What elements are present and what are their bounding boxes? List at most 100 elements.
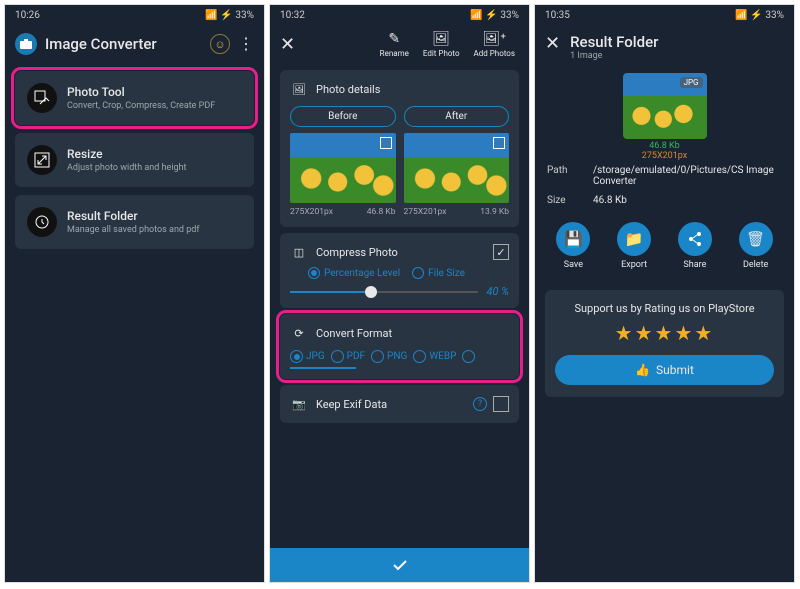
panel-title: Compress Photo bbox=[316, 246, 398, 259]
share-icon bbox=[678, 222, 712, 256]
format-pdf[interactable]: PDF bbox=[331, 350, 365, 363]
before-size: 46.8 Kb bbox=[367, 207, 396, 217]
trash-icon: 🗑 bbox=[739, 222, 773, 256]
resize-card[interactable]: Resize Adjust photo width and height bbox=[15, 133, 254, 187]
resize-icon bbox=[27, 145, 57, 175]
format-more[interactable] bbox=[462, 350, 475, 363]
status-time: 10:35 bbox=[545, 10, 570, 21]
convert-icon: ⟳ bbox=[290, 324, 308, 342]
status-time: 10:26 bbox=[15, 10, 40, 21]
rename-button[interactable]: ✎Rename bbox=[376, 31, 413, 58]
after-column: After 275X201px 13.9 Kb bbox=[404, 106, 510, 217]
rating-text: Support us by Rating us on PlayStore bbox=[555, 302, 774, 315]
menu-button[interactable]: ⋮ bbox=[238, 39, 254, 49]
premium-button[interactable]: ☺ bbox=[210, 34, 230, 54]
after-size: 13.9 Kb bbox=[480, 207, 509, 217]
format-badge: JPG bbox=[680, 77, 703, 88]
after-dim: 275X201px bbox=[404, 207, 447, 217]
expand-icon[interactable] bbox=[493, 137, 505, 149]
close-button[interactable]: ✕ bbox=[280, 34, 295, 55]
rating-stars[interactable]: ★★★★★ bbox=[555, 321, 774, 345]
check-icon bbox=[389, 554, 411, 576]
export-icon: 📁 bbox=[617, 222, 651, 256]
status-icons: 📶 ⚡ 33% bbox=[735, 10, 784, 21]
status-bar: 10:35 📶 ⚡ 33% bbox=[535, 5, 794, 25]
format-jpg[interactable]: JPG bbox=[290, 350, 325, 363]
header-subtitle: 1 Image bbox=[570, 51, 658, 61]
filesize-radio[interactable]: File Size bbox=[412, 267, 465, 279]
compress-panel: ◫ Compress Photo ✓ Percentage Level File … bbox=[280, 233, 519, 308]
format-png[interactable]: PNG bbox=[371, 350, 407, 363]
close-button[interactable]: ✕ bbox=[545, 33, 560, 54]
editor-toolbar: ✕ ✎Rename 🖼Edit Photo 🖼⁺Add Photos bbox=[270, 25, 529, 64]
result-thumbnail[interactable]: JPG bbox=[623, 73, 707, 139]
status-icons: 📶 ⚡ 33% bbox=[205, 10, 254, 21]
screen-result: 10:35 📶 ⚡ 33% ✕ Result Folder 1 Image JP… bbox=[534, 4, 795, 583]
result-header: ✕ Result Folder 1 Image bbox=[535, 25, 794, 69]
delete-button[interactable]: 🗑Delete bbox=[739, 222, 773, 270]
image-add-icon: 🖼⁺ bbox=[483, 31, 506, 47]
convert-format-panel: ⟳ Convert Format JPG PDF PNG WEBP bbox=[280, 314, 519, 379]
edit-photo-button[interactable]: 🖼Edit Photo bbox=[419, 31, 464, 58]
pencil-icon: ✎ bbox=[388, 31, 400, 47]
photo-tool-card[interactable]: Photo Tool Convert, Crop, Compress, Crea… bbox=[15, 71, 254, 125]
action-row: 💾Save 📁Export Share 🗑Delete bbox=[535, 210, 794, 284]
apply-button[interactable] bbox=[270, 548, 529, 582]
image-edit-icon: 🖼 bbox=[432, 31, 450, 47]
compress-value: 40 % bbox=[486, 285, 509, 298]
app-title: Image Converter bbox=[45, 35, 202, 53]
exif-checkbox[interactable] bbox=[493, 396, 509, 412]
card-subtitle: Convert, Crop, Compress, Create PDF bbox=[67, 101, 215, 111]
panel-title: Photo details bbox=[316, 83, 380, 96]
screen-home: 10:26 📶 ⚡ 33% Image Converter ☺ ⋮ Photo … bbox=[4, 4, 265, 583]
share-button[interactable]: Share bbox=[678, 222, 712, 270]
compress-slider[interactable]: 40 % bbox=[290, 285, 509, 298]
app-bar: Image Converter ☺ ⋮ bbox=[5, 25, 264, 63]
status-icons: 📶 ⚡ 33% bbox=[470, 10, 519, 21]
app-logo-icon bbox=[15, 33, 37, 55]
compress-checkbox[interactable]: ✓ bbox=[493, 244, 509, 260]
save-icon: 💾 bbox=[556, 222, 590, 256]
details-icon: 🖼 bbox=[290, 80, 308, 98]
after-thumbnail[interactable] bbox=[404, 133, 510, 203]
photo-tool-icon bbox=[27, 83, 57, 113]
rating-card: Support us by Rating us on PlayStore ★★★… bbox=[545, 290, 784, 397]
card-subtitle: Manage all saved photos and pdf bbox=[67, 225, 199, 235]
status-bar: 10:32 📶 ⚡ 33% bbox=[270, 5, 529, 25]
size-value: 46.8 Kb bbox=[593, 195, 627, 206]
help-icon[interactable]: ? bbox=[473, 397, 487, 411]
size-row: Size 46.8 Kb bbox=[535, 191, 794, 210]
compress-icon: ◫ bbox=[290, 243, 308, 261]
panel-title: Keep Exif Data bbox=[316, 398, 387, 411]
path-row: Path /storage/emulated/0/Pictures/CS Ima… bbox=[535, 161, 794, 191]
path-value: /storage/emulated/0/Pictures/CS Image Co… bbox=[593, 165, 782, 187]
submit-button[interactable]: 👍 Submit bbox=[555, 355, 774, 385]
history-icon bbox=[27, 207, 57, 237]
percentage-radio[interactable]: Percentage Level bbox=[308, 267, 400, 279]
format-webp[interactable]: WEBP bbox=[413, 350, 456, 363]
screen-editor: 10:32 📶 ⚡ 33% ✕ ✎Rename 🖼Edit Photo 🖼⁺Ad… bbox=[269, 4, 530, 583]
save-button[interactable]: 💾Save bbox=[556, 222, 590, 270]
result-dim: 275X201px bbox=[535, 151, 794, 161]
result-size: 46.8 Kb bbox=[535, 141, 794, 151]
expand-icon[interactable] bbox=[380, 137, 392, 149]
add-photos-button[interactable]: 🖼⁺Add Photos bbox=[470, 31, 519, 58]
status-bar: 10:26 📶 ⚡ 33% bbox=[5, 5, 264, 25]
panel-title: Convert Format bbox=[316, 327, 392, 340]
card-title: Result Folder bbox=[67, 209, 199, 223]
header-title: Result Folder bbox=[570, 33, 658, 51]
thumbs-up-icon: 👍 bbox=[635, 363, 650, 377]
status-time: 10:32 bbox=[280, 10, 305, 21]
card-title: Photo Tool bbox=[67, 85, 215, 99]
card-title: Resize bbox=[67, 147, 186, 161]
after-label: After bbox=[404, 106, 510, 127]
export-button[interactable]: 📁Export bbox=[617, 222, 651, 270]
before-thumbnail[interactable] bbox=[290, 133, 396, 203]
photo-details-panel: 🖼Photo details Before 275X201px46.8 Kb A… bbox=[280, 70, 519, 227]
exif-icon: 📷 bbox=[290, 395, 308, 413]
before-column: Before 275X201px46.8 Kb bbox=[290, 106, 396, 217]
exif-panel: 📷 Keep Exif Data ? bbox=[280, 385, 519, 423]
card-subtitle: Adjust photo width and height bbox=[67, 163, 186, 173]
result-folder-card[interactable]: Result Folder Manage all saved photos an… bbox=[15, 195, 254, 249]
before-label: Before bbox=[290, 106, 396, 127]
